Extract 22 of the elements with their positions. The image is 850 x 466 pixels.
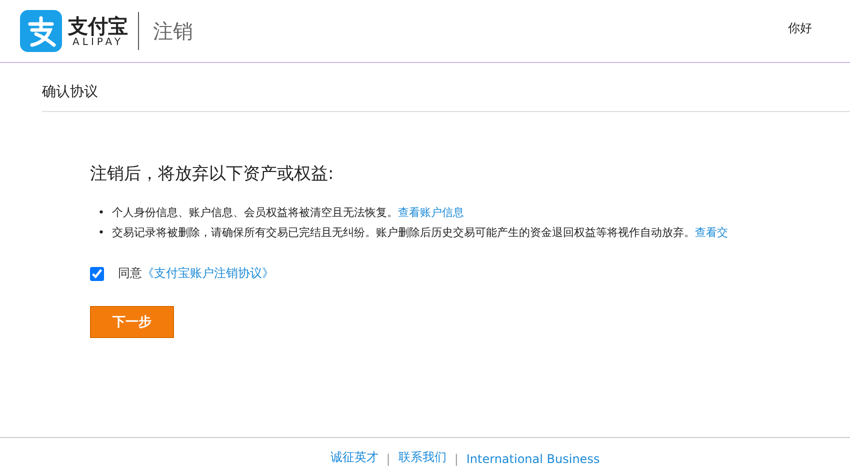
- notice-link[interactable]: 查看账户信息: [398, 206, 464, 219]
- section-title: 确认协议: [42, 83, 850, 112]
- footer-link[interactable]: 诚征英才: [330, 449, 378, 466]
- next-button[interactable]: 下一步: [90, 306, 174, 338]
- notice-text: 个人身份信息、账户信息、会员权益将被清空且无法恢复。: [112, 206, 398, 219]
- separator: |: [454, 452, 458, 466]
- brand-subtitle: ALIPAY: [72, 36, 124, 48]
- separator: |: [386, 452, 390, 466]
- agree-checkbox[interactable]: [90, 266, 104, 280]
- notice-link[interactable]: 查看交: [695, 226, 728, 239]
- page-title: 注销: [153, 18, 193, 44]
- brand-name: 支付宝: [68, 14, 128, 36]
- agreement-link[interactable]: 《支付宝账户注销协议》: [142, 266, 274, 280]
- bullet: •: [98, 225, 106, 241]
- agree-label: 同意: [118, 266, 142, 280]
- bullet: •: [98, 205, 106, 221]
- greeting: 你好: [788, 20, 812, 36]
- heading: 注销后，将放弃以下资产或权益:: [90, 163, 335, 185]
- footer-link[interactable]: International Business: [466, 452, 600, 466]
- notice-text: 交易记录将被删除，请确保所有交易已完结且无纠纷。账户删除后历史交易可能产生的资金退回权益等将视作自动放弃。: [112, 226, 695, 239]
- footer-link[interactable]: 联系我们: [398, 449, 446, 466]
- logo-icon: [20, 10, 62, 52]
